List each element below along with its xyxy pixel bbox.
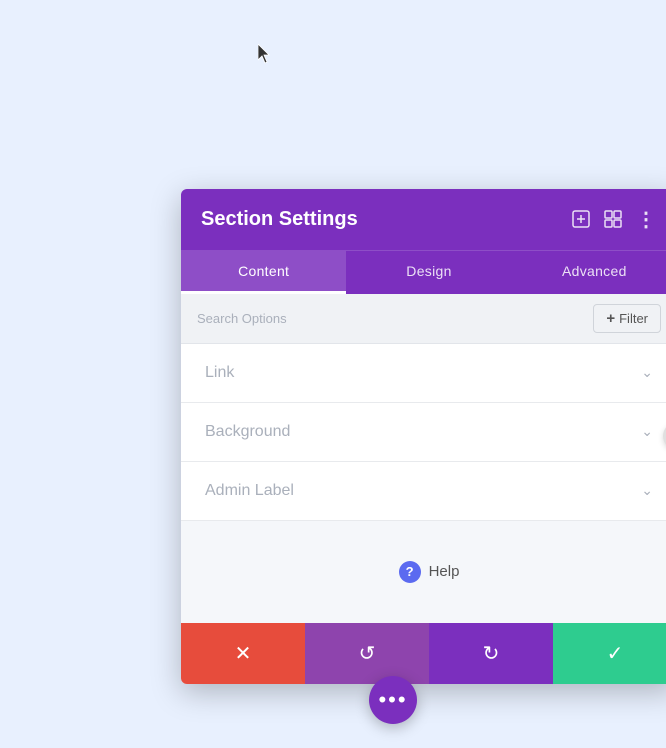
- redo-icon: ↻: [483, 641, 500, 666]
- accordion-link: Link ⌄: [181, 344, 666, 403]
- modal-title: Section Settings: [201, 208, 358, 231]
- accordion-background: Background ⌄: [181, 403, 666, 462]
- reset-icon: ↺: [359, 641, 376, 666]
- save-button[interactable]: ✓: [553, 623, 666, 684]
- modal-footer: ✕ ↺ ↻ ✓: [181, 623, 666, 684]
- accordion-link-label: Link: [205, 364, 234, 382]
- tab-design[interactable]: Design: [346, 251, 511, 294]
- filter-label: Filter: [619, 311, 648, 326]
- chevron-down-icon-admin: ⌄: [641, 482, 653, 499]
- accordion-admin-label: Admin Label ⌄: [181, 462, 666, 521]
- help-label[interactable]: Help: [429, 563, 460, 580]
- cancel-icon: ✕: [235, 641, 252, 666]
- help-section: ? Help: [181, 521, 666, 623]
- accordion-background-label: Background: [205, 423, 290, 441]
- search-bar: Search Options + Filter: [181, 294, 666, 344]
- cancel-button[interactable]: ✕: [181, 623, 305, 684]
- help-icon: ?: [399, 561, 421, 583]
- header-icons: ⋮: [572, 207, 657, 232]
- redo-button[interactable]: ↻: [429, 623, 553, 684]
- accordion-admin-label-label: Admin Label: [205, 482, 294, 500]
- more-options-icon[interactable]: ⋮: [636, 207, 657, 232]
- accordion-admin-label-header[interactable]: Admin Label ⌄: [181, 462, 666, 520]
- expand-icon[interactable]: [572, 210, 590, 228]
- modal-header: Section Settings ⋮: [181, 189, 666, 250]
- tab-advanced[interactable]: Advanced: [512, 251, 666, 294]
- search-placeholder: Search Options: [197, 311, 287, 326]
- tab-content[interactable]: Content: [181, 251, 346, 294]
- cursor-arrow: [258, 44, 274, 64]
- save-icon: ✓: [607, 641, 624, 666]
- tabs-bar: Content Design Advanced: [181, 250, 666, 294]
- chevron-down-icon-link: ⌄: [641, 364, 653, 381]
- accordion-background-header[interactable]: Background ⌄: [181, 403, 666, 461]
- section-settings-modal: Section Settings ⋮ Content: [181, 189, 666, 684]
- fab-label: •••: [378, 687, 407, 713]
- accordion-link-header[interactable]: Link ⌄: [181, 344, 666, 402]
- modal-body: Search Options + Filter Link ⌄ Backgroun…: [181, 294, 666, 623]
- filter-plus-icon: +: [606, 310, 615, 327]
- filter-button[interactable]: + Filter: [593, 304, 661, 333]
- chevron-down-icon-background: ⌄: [641, 423, 653, 440]
- layout-icon[interactable]: [604, 210, 622, 228]
- fab-button[interactable]: •••: [369, 676, 417, 724]
- reset-button[interactable]: ↺: [305, 623, 429, 684]
